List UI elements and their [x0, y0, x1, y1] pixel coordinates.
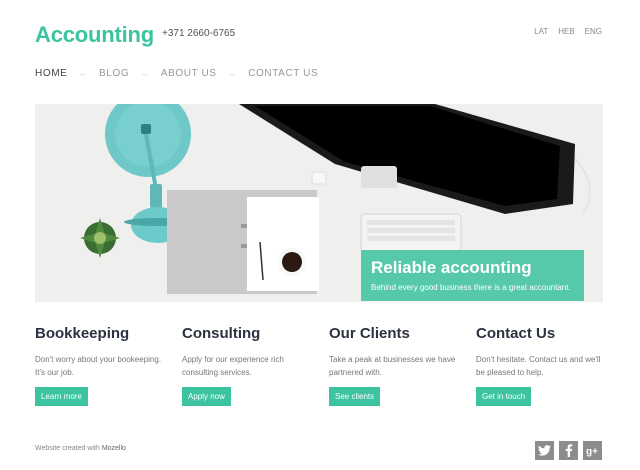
- nav-about-us[interactable]: ABOUT US: [161, 68, 217, 79]
- nav-separator: –: [229, 68, 236, 79]
- feature-title: Contact Us: [476, 325, 556, 342]
- footer-text: Website created with: [35, 445, 100, 452]
- hero-title: Reliable accounting: [371, 258, 532, 277]
- site-header: Accounting +371 2660-6765 LAT HEB ENG: [35, 22, 605, 48]
- nav-separator: –: [142, 68, 148, 79]
- main-nav: HOME – BLOG – ABOUT US – CONTACT US: [35, 68, 318, 79]
- feature-our-clients: Our Clients Take a peak at businesses we…: [329, 325, 459, 406]
- hero-banner: Reliable accounting Behind every good bu…: [35, 104, 603, 302]
- feature-contact-us: Contact Us Don't hesitate. Contact us an…: [476, 325, 606, 406]
- language-switcher: LAT HEB ENG: [534, 27, 602, 36]
- feature-text: Take a peak at businesses we have partne…: [329, 355, 456, 377]
- lang-eng[interactable]: ENG: [585, 27, 602, 36]
- facebook-icon[interactable]: [559, 441, 578, 460]
- feature-title: Bookkeeping: [35, 325, 130, 342]
- nav-separator: –: [80, 68, 87, 79]
- footer-credit: Website created with Mozello: [35, 445, 126, 452]
- feature-text: Don't hesitate. Contact us and we'll be …: [476, 355, 601, 377]
- learn-more-button[interactable]: Learn more: [35, 387, 88, 406]
- mozello-link[interactable]: Mozello: [102, 445, 126, 452]
- twitter-icon[interactable]: [535, 441, 554, 460]
- see-clients-button[interactable]: See clients: [329, 387, 381, 406]
- phone-number: +371 2660-6765: [162, 28, 236, 39]
- lang-lat[interactable]: LAT: [534, 27, 548, 36]
- feature-title: Our Clients: [329, 325, 410, 342]
- hero-subtitle: Behind every good business there is a gr…: [371, 283, 571, 292]
- svg-text:g+: g+: [586, 446, 598, 457]
- google-plus-icon[interactable]: g+: [583, 441, 602, 460]
- site-logo[interactable]: Accounting: [35, 22, 154, 48]
- feature-consulting: Consulting Apply for our experience rich…: [182, 325, 312, 406]
- nav-home[interactable]: HOME: [35, 68, 67, 79]
- feature-bookkeeping: Bookkeeping Don't worry about your booke…: [35, 325, 165, 406]
- hero-caption: Reliable accounting Behind every good bu…: [361, 250, 584, 301]
- apply-now-button[interactable]: Apply now: [182, 387, 231, 406]
- nav-contact-us[interactable]: CONTACT US: [248, 68, 318, 79]
- lang-heb[interactable]: HEB: [558, 27, 574, 36]
- get-in-touch-button[interactable]: Get in touch: [476, 387, 532, 406]
- feature-text: Apply for our experience rich consulting…: [182, 355, 284, 377]
- feature-title: Consulting: [182, 325, 261, 342]
- nav-blog[interactable]: BLOG: [99, 68, 129, 79]
- social-links: g+: [535, 441, 602, 460]
- feature-text: Don't worry about your bookeeping. It's …: [35, 355, 162, 377]
